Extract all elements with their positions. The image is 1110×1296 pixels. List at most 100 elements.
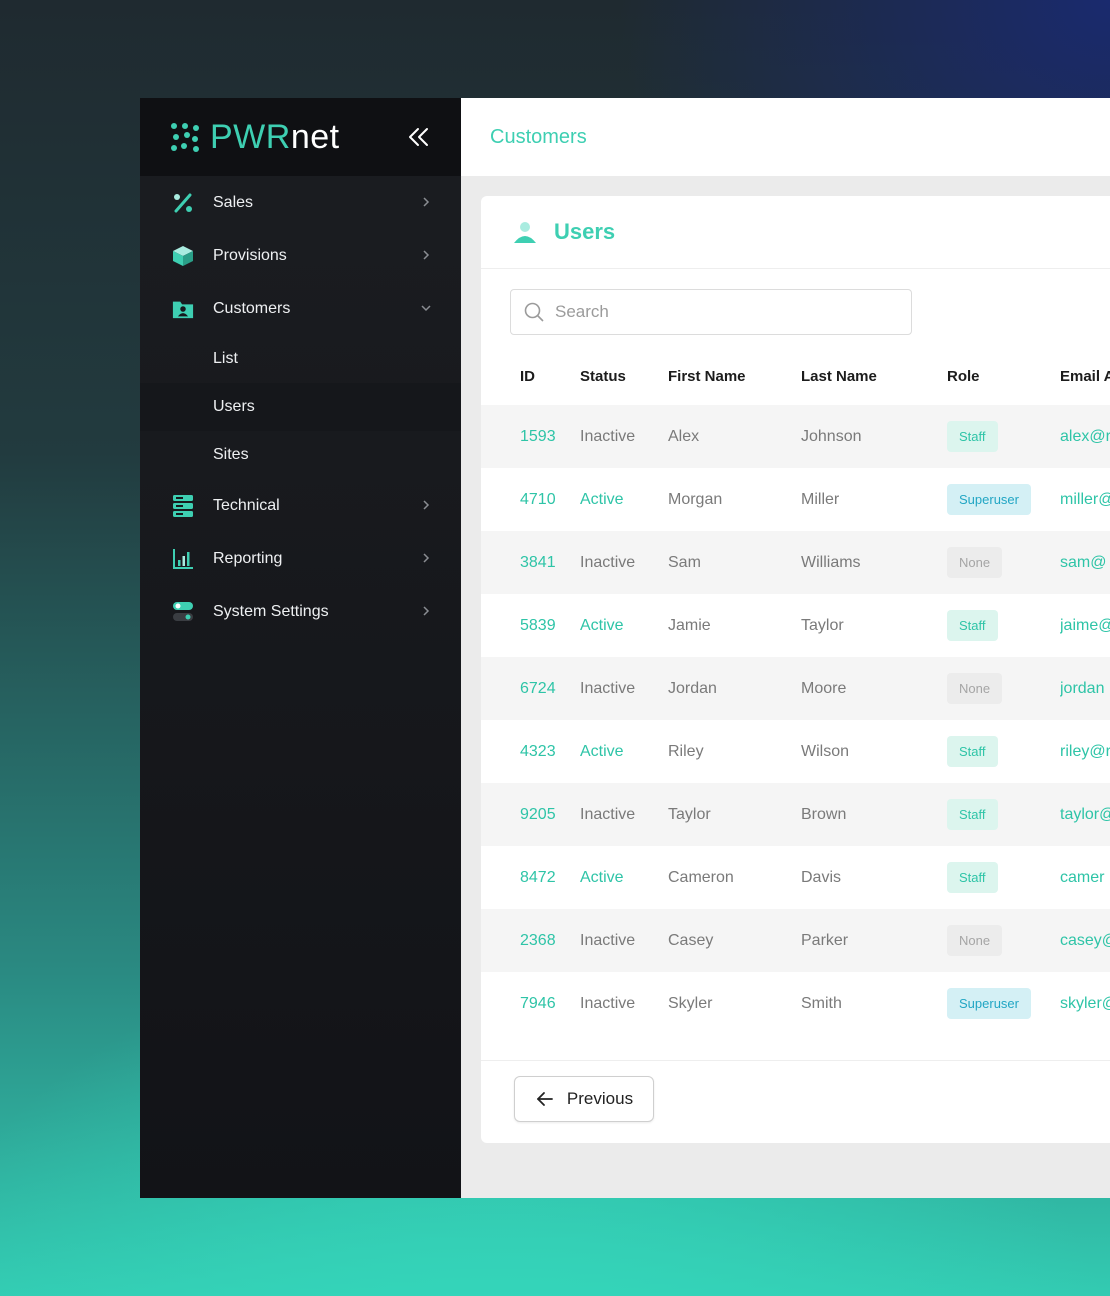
cell-id[interactable]: 3841 — [481, 531, 580, 594]
column-header-last-name[interactable]: Last Name — [801, 348, 947, 405]
chevron-right-icon — [423, 500, 430, 510]
cell-role: Staff — [947, 846, 1060, 909]
column-header-email[interactable]: Email A — [1060, 348, 1110, 405]
cell-status: Inactive — [580, 405, 668, 468]
cell-email[interactable]: jaime@ — [1060, 594, 1110, 657]
sidebar-item-provisions[interactable]: Provisions — [140, 229, 461, 282]
cell-email[interactable]: camer — [1060, 846, 1110, 909]
cell-status: Active — [580, 490, 624, 508]
table-row[interactable]: 9205 Inactive Taylor Brown Staff taylor@ — [481, 783, 1110, 846]
cell-first-name: Alex — [668, 405, 801, 468]
cell-id[interactable]: 6724 — [481, 657, 580, 720]
cube-icon — [173, 245, 193, 266]
cell-email[interactable]: skyler@ — [1060, 972, 1110, 1035]
cell-status: Inactive — [580, 909, 668, 972]
brand-name-part2: net — [290, 117, 340, 156]
cell-first-name: Casey — [668, 909, 801, 972]
sidebar-item-label: Provisions — [213, 246, 287, 264]
table-row[interactable]: 1593 Inactive Alex Johnson Staff alex@r — [481, 405, 1110, 468]
sidebar-subitem-label: Users — [213, 398, 255, 415]
role-badge: Superuser — [947, 484, 1031, 515]
cell-email[interactable]: taylor@ — [1060, 783, 1110, 846]
cell-id[interactable]: 8472 — [481, 846, 580, 909]
column-header-status[interactable]: Status — [580, 348, 668, 405]
cell-role: Superuser — [947, 468, 1060, 531]
cell-last-name: Davis — [801, 868, 842, 886]
table-row[interactable]: 4710 Active Morgan Miller Superuser miller@ — [481, 468, 1110, 531]
cell-email[interactable]: jordan — [1060, 657, 1110, 720]
cell-email[interactable]: sam@ — [1060, 531, 1110, 594]
previous-button[interactable]: Previous — [514, 1076, 654, 1122]
column-header-id[interactable]: ID — [481, 348, 580, 405]
cell-status: Active — [580, 616, 624, 634]
cell-email[interactable]: miller@ — [1060, 468, 1110, 531]
cell-id[interactable]: 2368 — [481, 909, 580, 972]
card-title: Users — [554, 219, 616, 244]
sidebar-item-reporting[interactable]: Reporting — [140, 532, 461, 585]
sidebar-subitem-users[interactable]: Users — [140, 383, 461, 431]
cell-id[interactable]: 4710 — [481, 468, 580, 531]
cell-role: Superuser — [947, 972, 1060, 1035]
sidebar-subitem-sites[interactable]: Sites — [140, 431, 461, 479]
cell-id[interactable]: 4323 — [481, 720, 580, 783]
collapse-sidebar-icon[interactable] — [407, 125, 431, 149]
cell-last-name: Miller — [801, 490, 840, 508]
cell-status: Inactive — [580, 783, 668, 846]
table-row[interactable]: 2368InactiveCaseyParkerNone casey@ — [481, 909, 1110, 972]
cell-last-name: Wilson — [801, 742, 850, 760]
sidebar-item-sales[interactable]: Sales — [140, 176, 461, 229]
logo-icon — [171, 123, 199, 152]
percent-icon — [174, 193, 192, 212]
topbar: Customers — [461, 98, 1110, 176]
cell-email[interactable]: alex@r — [1060, 405, 1110, 468]
table-row[interactable]: 6724 Inactive Jordan Moore None jordan — [481, 657, 1110, 720]
search-box — [510, 289, 912, 335]
sidebar-item-system-settings[interactable]: System Settings — [140, 585, 461, 638]
role-badge: Staff — [947, 421, 998, 452]
sidebar-subitem-label: List — [213, 350, 238, 367]
cell-first-name: Morgan — [668, 490, 723, 508]
cell-id[interactable]: 7946 — [481, 972, 580, 1035]
sidebar-item-customers[interactable]: Customers — [140, 282, 461, 335]
arrow-left-icon — [537, 1092, 553, 1106]
folder-user-icon — [172, 301, 194, 318]
sidebar-item-technical[interactable]: Technical — [140, 479, 461, 532]
role-badge: Superuser — [947, 988, 1031, 1019]
sidebar-item-label: Reporting — [213, 549, 283, 567]
table-row[interactable]: 5839 Active Jamie Taylor Staff jaime@ — [481, 594, 1110, 657]
sidebar-item-label: Customers — [213, 299, 291, 317]
table-row[interactable]: 7946Inactive Skyler Smith Superuser skyler@ — [481, 972, 1110, 1035]
brand-name: PWRnet — [210, 118, 340, 157]
table-row[interactable]: 8472 Active Cameron Davis Staff camer — [481, 846, 1110, 909]
role-badge: Staff — [947, 862, 998, 893]
cell-id[interactable]: 9205 — [481, 783, 580, 846]
cell-first-name: Riley — [668, 742, 704, 760]
role-badge: Staff — [947, 610, 998, 641]
chevron-right-icon — [423, 250, 430, 260]
users-table: ID Status First Name Last Name Role Emai… — [481, 348, 1110, 1035]
cell-first-name: Skyler — [668, 994, 713, 1012]
sidebar-subitem-list[interactable]: List — [140, 335, 461, 383]
search-input[interactable] — [555, 302, 895, 322]
column-header-role[interactable]: Role — [947, 348, 1060, 405]
cell-id[interactable]: 1593 — [481, 405, 580, 468]
cell-status: Inactive — [580, 994, 636, 1012]
sidebar-subitem-label: Sites — [213, 446, 249, 463]
chevron-right-icon — [423, 197, 430, 207]
table-header-row: ID Status First Name Last Name Role Emai… — [481, 348, 1110, 405]
cell-status: Active — [580, 868, 624, 886]
table-row[interactable]: 3841 Inactive Sam Williams None sam@ — [481, 531, 1110, 594]
cell-email[interactable]: riley@r — [1060, 720, 1110, 783]
server-icon — [173, 494, 193, 517]
cell-id[interactable]: 5839 — [481, 594, 580, 657]
table-row[interactable]: 4323 Active Riley Wilson Staff riley@r — [481, 720, 1110, 783]
chevron-right-icon — [423, 606, 430, 616]
card-header: Users — [481, 196, 1110, 269]
column-header-first-name[interactable]: First Name — [668, 348, 801, 405]
cell-role: Staff — [947, 594, 1060, 657]
user-icon — [514, 222, 536, 243]
role-badge: None — [947, 925, 1003, 956]
cell-email[interactable]: casey@ — [1060, 909, 1110, 972]
sidebar-nav: Sales Provisions Customers List Users Si… — [140, 176, 461, 638]
search-icon — [524, 302, 544, 322]
